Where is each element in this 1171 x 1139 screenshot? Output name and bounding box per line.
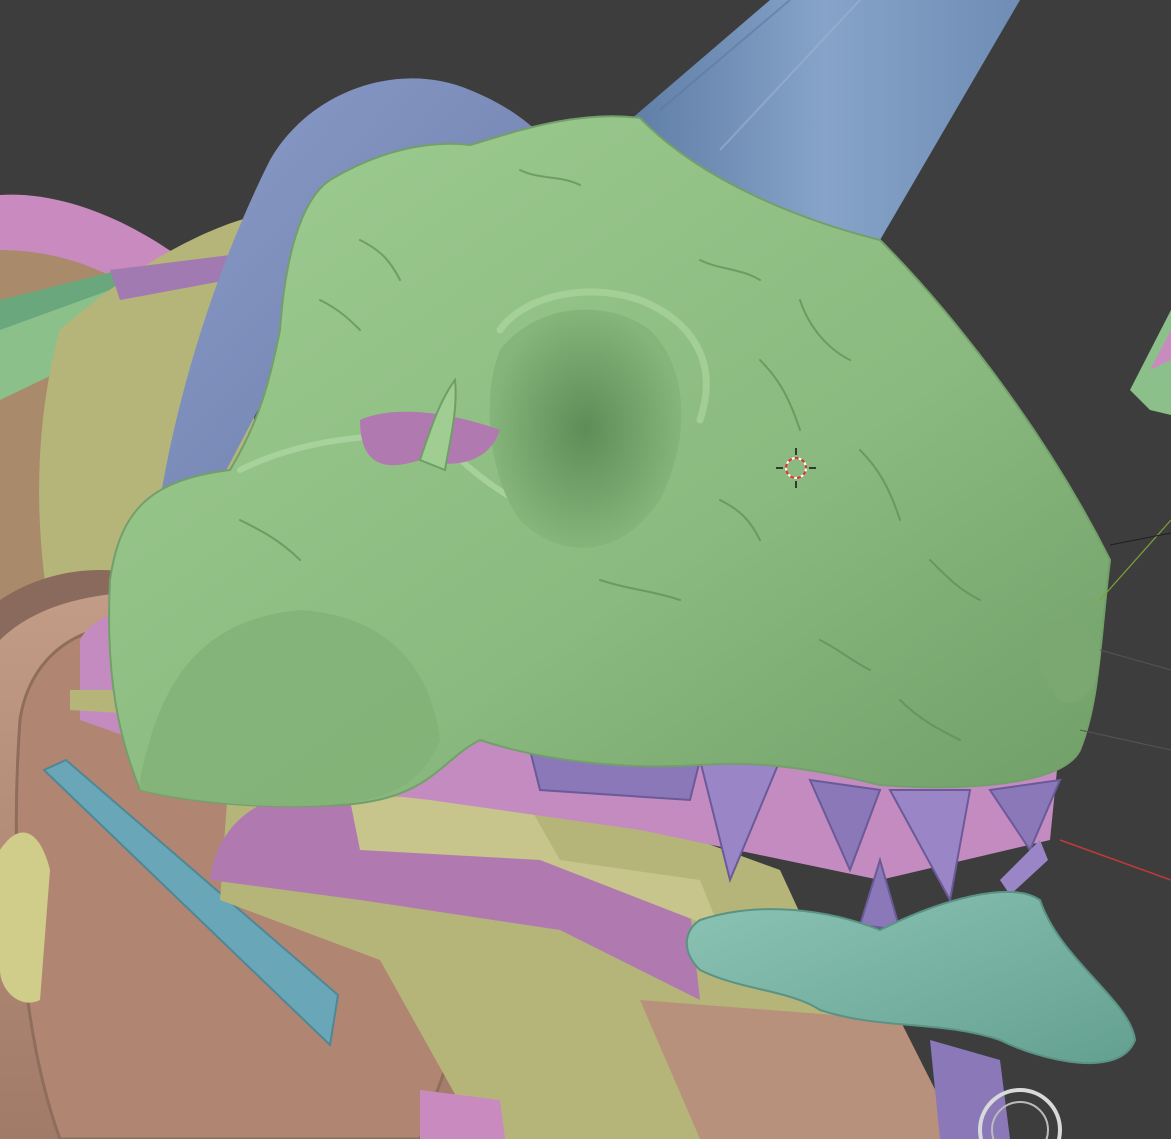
3d-viewport[interactable] xyxy=(0,0,1171,1139)
axis-x-line xyxy=(1059,839,1171,881)
grid-line xyxy=(1109,532,1171,546)
side-object[interactable] xyxy=(1130,310,1171,415)
grid-line xyxy=(1099,649,1171,671)
grid-line xyxy=(1079,729,1171,751)
